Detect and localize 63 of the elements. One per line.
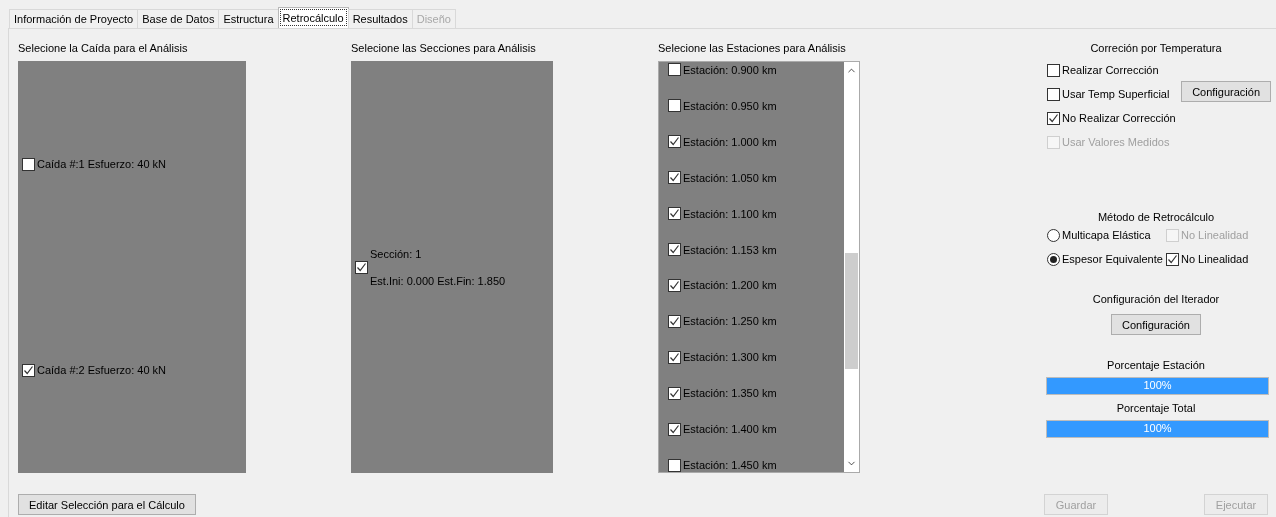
section-name: Sección: 1 (370, 247, 423, 260)
station-label: Estación: 1.250 km (683, 315, 777, 328)
station-label: Estación: 0.950 km (683, 99, 777, 112)
option-label: Usar Valores Medidos (1062, 136, 1170, 148)
radio-button[interactable] (1047, 228, 1060, 242)
checkbox[interactable] (668, 350, 681, 364)
progress-bar: 100% (1046, 377, 1269, 395)
radio-label: Multicapa Elástica (1062, 229, 1152, 241)
checkbox[interactable] (668, 135, 681, 149)
checkbox[interactable] (668, 314, 681, 328)
drop-label: Caída #:1 Esfuerzo: 40 kN (37, 158, 166, 170)
station-label: Estación: 1.153 km (683, 243, 777, 256)
tab[interactable]: Información de Proyecto (9, 9, 139, 28)
checkbox[interactable] (22, 363, 35, 377)
edit-selection-button[interactable]: Editar Selección para el Cálculo (18, 494, 196, 515)
drop-label: Caída #:2 Esfuerzo: 40 kN (37, 364, 166, 376)
checkbox[interactable] (1047, 63, 1060, 77)
station-label: Estación: 1.050 km (683, 171, 777, 184)
station-label: Estación: 1.200 km (683, 279, 777, 292)
progress-bar: 100% (1046, 420, 1269, 438)
checkbox[interactable] (668, 63, 681, 77)
configuration-button[interactable]: Configuración (1181, 81, 1271, 102)
checkbox[interactable] (668, 243, 681, 257)
option-label: No Realizar Corrección (1062, 112, 1176, 124)
checkbox[interactable] (355, 260, 368, 274)
option-label: Realizar Corrección (1062, 64, 1159, 76)
section-heading: Selecione las Secciones para Análisis (351, 42, 537, 56)
checkbox[interactable] (668, 458, 681, 472)
section-heading: Selecione las Estaciones para Análisis (658, 42, 847, 56)
station-label: Estación: 1.300 km (683, 351, 777, 364)
section-heading: Selecione la Caída para el Análisis (18, 42, 189, 56)
progress-title: Porcentaje Total (1115, 402, 1197, 414)
station-label: Estación: 1.450 km (683, 459, 777, 472)
checkbox[interactable] (668, 386, 681, 400)
checkbox[interactable] (668, 422, 681, 436)
checkbox[interactable] (22, 157, 35, 171)
station-label: Estación: 1.000 km (683, 135, 777, 148)
checkbox[interactable] (1047, 87, 1060, 101)
scroll-thumb[interactable] (845, 253, 858, 369)
option-label: No Linealidad (1181, 253, 1249, 265)
station-label: Estación: 1.350 km (683, 387, 777, 400)
radio-label: Espesor Equivalente (1062, 253, 1164, 265)
section-heading: Configuración del Iterador (1091, 293, 1221, 305)
option-label: Usar Temp Superficial (1062, 88, 1170, 100)
checkbox[interactable] (1166, 252, 1179, 266)
station-label: Estación: 1.100 km (683, 207, 777, 220)
checkbox[interactable] (668, 207, 681, 221)
scrollbar[interactable] (844, 62, 859, 472)
tab[interactable]: Retrocálculo (277, 7, 349, 28)
radio-button[interactable] (1047, 252, 1060, 266)
section-heading: Método de Retrocálculo (1096, 211, 1216, 223)
option-label: No Linealidad (1181, 229, 1249, 241)
station-label: Estación: 1.400 km (683, 423, 777, 436)
checkbox[interactable] (668, 99, 681, 113)
checkbox[interactable] (1047, 111, 1060, 125)
checkbox[interactable] (668, 171, 681, 185)
section-range: Est.Ini: 0.000 Est.Fin: 1.850 (370, 274, 506, 287)
checkbox[interactable] (668, 279, 681, 292)
progress-title: Porcentaje Estación (1106, 359, 1206, 371)
station-label: Estación: 0.900 km (683, 63, 777, 76)
section-heading: Correción por Temperatura (1089, 42, 1223, 54)
configuration-button[interactable]: Configuración (1111, 314, 1201, 335)
tab[interactable]: Resultados (347, 9, 413, 28)
